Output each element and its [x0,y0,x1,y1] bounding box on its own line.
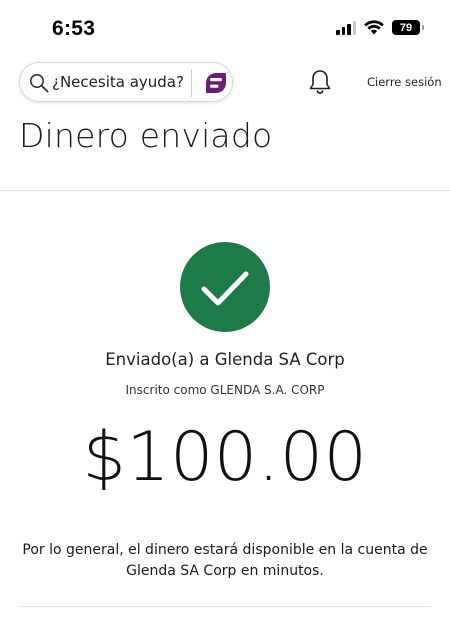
registered-name: Inscrito como GLENDA S.A. CORP [125,383,325,397]
status-icons: 79 [336,20,424,35]
help-search-bar[interactable]: ¿Necesita ayuda? [19,62,233,102]
status-time: 6:53 [52,17,96,40]
availability-note: Por lo general, el dinero estará disponi… [22,542,428,579]
page-title: Dinero enviado [19,116,273,155]
signout-link[interactable]: Cierre sesión [367,75,442,89]
bell-icon[interactable] [307,68,333,96]
header-divider [0,190,450,191]
recipient-line: Enviado(a) a Glenda SA Corp [105,350,345,369]
signal-icon [336,20,356,35]
bottom-divider [19,606,431,607]
pill-divider [191,69,192,97]
checkmark-icon [180,242,270,332]
status-bar: 6:53 79 [0,0,450,58]
transfer-amount: $100.00 [82,418,368,497]
battery-level: 79 [399,21,413,34]
wifi-icon [364,20,384,35]
battery-icon: 79 [392,20,424,35]
assistant-icon[interactable] [201,68,231,98]
help-search-label: ¿Necesita ayuda? [52,73,184,91]
screen: 6:53 79 ¿Necesita ayuda? Cierre sesión D… [0,0,450,620]
search-icon [30,74,49,93]
